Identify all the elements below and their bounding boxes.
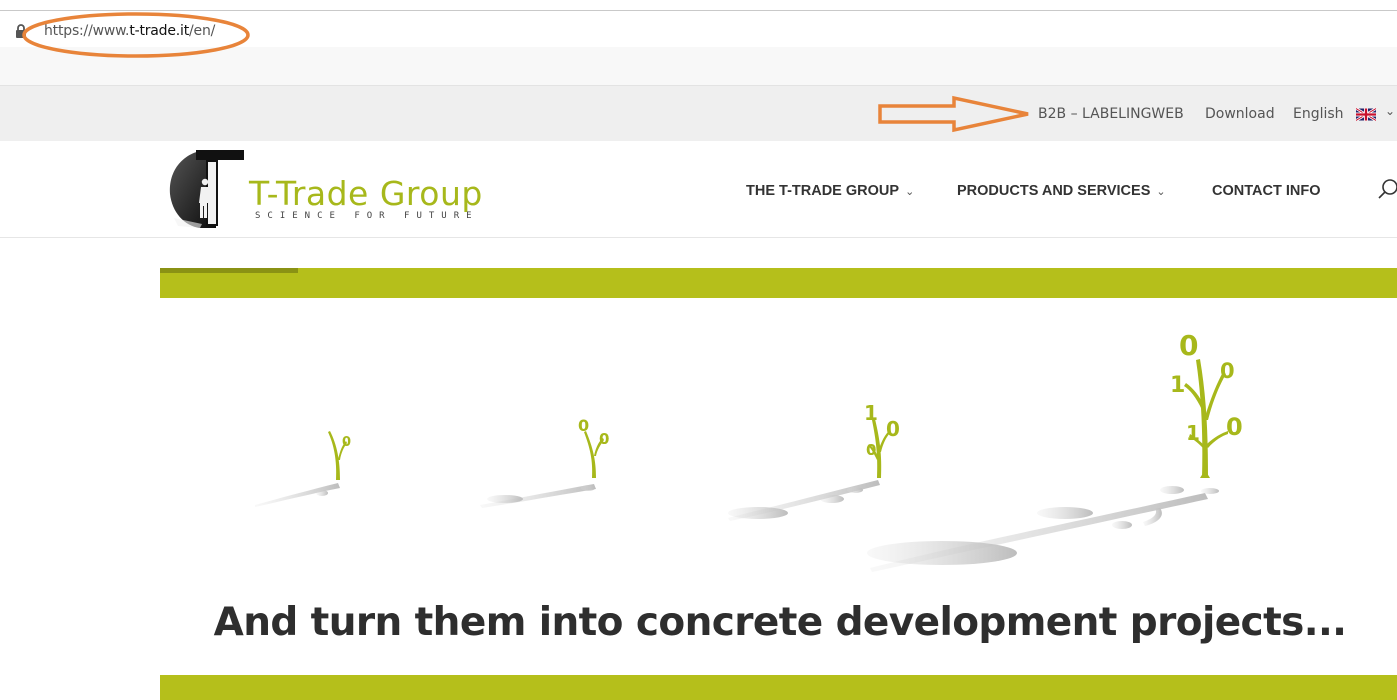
bookmarks-bar	[0, 47, 1397, 86]
svg-text:0: 0	[866, 441, 876, 459]
url-text[interactable]: https://www.t-trade.it/en/	[44, 23, 215, 39]
chevron-down-icon: ⌄	[905, 186, 915, 198]
nav-contact-info[interactable]: CONTACT INFO	[1212, 183, 1320, 199]
search-icon[interactable]	[1376, 177, 1397, 206]
chevron-down-icon[interactable]: ⌄	[1385, 104, 1395, 118]
nav-the-t-trade-group[interactable]: THE T-TRADE GROUP ⌄	[746, 183, 914, 199]
green-banner-bottom	[160, 675, 1397, 700]
site-header: T-Trade Group SCIENCE FOR FUTURE THE T-T…	[0, 141, 1397, 238]
svg-text:1: 1	[864, 401, 878, 425]
svg-text:0: 0	[886, 417, 900, 441]
svg-text:0: 0	[1179, 329, 1198, 362]
b2b-labelingweb-link[interactable]: B2B – LABELINGWEB	[1038, 106, 1184, 122]
top-utility-bar: B2B – LABELINGWEB Download English ⌄	[0, 86, 1397, 141]
svg-text:0: 0	[578, 416, 589, 435]
address-bar[interactable]: https://www.t-trade.it/en/	[0, 10, 1397, 48]
chevron-down-icon: ⌄	[1156, 186, 1166, 198]
svg-text:1: 1	[1170, 373, 1185, 398]
language-selector[interactable]: English	[1293, 106, 1344, 122]
nav-products-and-services[interactable]: PRODUCTS AND SERVICES ⌄	[957, 183, 1166, 199]
lock-icon	[15, 24, 27, 43]
hero-headline: And turn them into concrete development …	[213, 600, 1347, 645]
slider-progress-indicator	[160, 268, 298, 273]
svg-text:0: 0	[1226, 413, 1243, 441]
download-link[interactable]: Download	[1205, 106, 1275, 122]
growing-sprouts-illustration: 0 0 0 1 0 0 0 1 0 1 0	[160, 300, 1397, 590]
brand-tagline: SCIENCE FOR FUTURE	[255, 211, 479, 221]
uk-flag-icon[interactable]	[1355, 107, 1377, 126]
brand-logo[interactable]	[166, 146, 246, 235]
svg-text:0: 0	[342, 435, 351, 450]
svg-text:0: 0	[1220, 359, 1235, 383]
green-banner-top	[160, 268, 1397, 298]
svg-text:0: 0	[599, 430, 609, 448]
svg-text:1: 1	[1186, 421, 1200, 445]
brand-name[interactable]: T-Trade Group	[249, 177, 483, 210]
